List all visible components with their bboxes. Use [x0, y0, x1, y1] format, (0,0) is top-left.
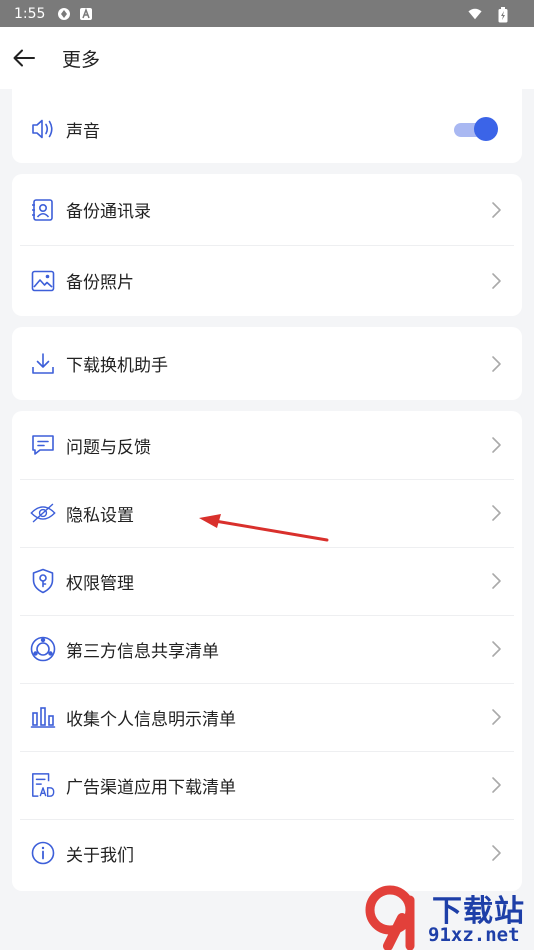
settings-row-sound[interactable]: 声音 [12, 95, 522, 163]
download-card: 下载换机助手 [12, 327, 522, 400]
wifi-icon [468, 7, 482, 21]
shield-key-icon [30, 568, 56, 594]
arrow-left-icon [13, 49, 35, 67]
battery-icon [498, 6, 512, 22]
settings-row-label: 备份照片 [66, 273, 134, 293]
settings-row-label: 问题与反馈 [66, 437, 151, 458]
settings-row-about-us[interactable]: 关于我们 [12, 819, 522, 887]
info-icon [30, 840, 56, 866]
backup-card: 备份通讯录 备份照片 [12, 174, 522, 316]
chevron-right-icon [490, 640, 502, 658]
settings-row-label: 收集个人信息明示清单 [66, 709, 236, 730]
chevron-right-icon [490, 708, 502, 726]
settings-row-label: 权限管理 [66, 573, 134, 594]
download-icon [30, 351, 56, 377]
settings-row-label: 下载换机助手 [66, 356, 168, 376]
feedback-icon [30, 432, 56, 458]
contacts-icon [30, 197, 56, 223]
page-title: 更多 [62, 48, 101, 71]
share-circle-icon [30, 636, 56, 662]
settings-row-label: 备份通讯录 [66, 202, 151, 222]
photo-icon [30, 268, 56, 294]
chevron-right-icon [490, 201, 502, 219]
status-bar: 1:55 [0, 0, 534, 27]
app-header: 更多 [0, 27, 534, 89]
settings-row-label: 声音 [66, 121, 100, 142]
speaker-icon [30, 116, 56, 142]
chevron-right-icon [490, 776, 502, 794]
sound-toggle[interactable] [452, 116, 498, 142]
watermark: 下载站 91xz.net [360, 880, 534, 950]
settings-row-download-helper[interactable]: 下载换机助手 [12, 327, 522, 400]
watermark-url: 91xz.net [428, 924, 520, 946]
eye-off-icon [30, 500, 56, 526]
settings-row-label: 广告渠道应用下载清单 [66, 777, 236, 798]
settings-row-label: 隐私设置 [66, 505, 134, 526]
chevron-right-icon [490, 844, 502, 862]
more-settings-card: 问题与反馈 隐私设置 权限管理 第三方信息共享清单 收集个人信息明示清单 广告渠 [12, 411, 522, 891]
ad-list-icon [30, 772, 56, 798]
vpn-icon [57, 7, 71, 21]
back-button[interactable] [0, 34, 48, 82]
settings-row-ad-channel-list[interactable]: 广告渠道应用下载清单 [12, 751, 522, 819]
settings-row-personal-info-list[interactable]: 收集个人信息明示清单 [12, 683, 522, 751]
watermark-logo-icon [365, 885, 415, 950]
bar-chart-icon [30, 704, 56, 730]
notification-a-icon [79, 7, 93, 21]
status-time: 1:55 [14, 5, 46, 22]
settings-row-backup-contacts[interactable]: 备份通讯录 [12, 174, 522, 245]
chevron-right-icon [490, 355, 502, 373]
settings-row-third-party-sharing[interactable]: 第三方信息共享清单 [12, 615, 522, 683]
settings-row-feedback[interactable]: 问题与反馈 [12, 411, 522, 479]
settings-row-label: 关于我们 [66, 845, 134, 866]
annotation-arrow [199, 514, 329, 542]
toggle-knob [474, 117, 498, 141]
sound-card: 声音 [12, 89, 522, 163]
chevron-right-icon [490, 436, 502, 454]
chevron-right-icon [490, 504, 502, 522]
settings-row-label: 第三方信息共享清单 [66, 641, 219, 662]
settings-row-backup-photos[interactable]: 备份照片 [12, 245, 522, 316]
settings-row-permissions[interactable]: 权限管理 [12, 547, 522, 615]
chevron-right-icon [490, 272, 502, 290]
chevron-right-icon [490, 572, 502, 590]
